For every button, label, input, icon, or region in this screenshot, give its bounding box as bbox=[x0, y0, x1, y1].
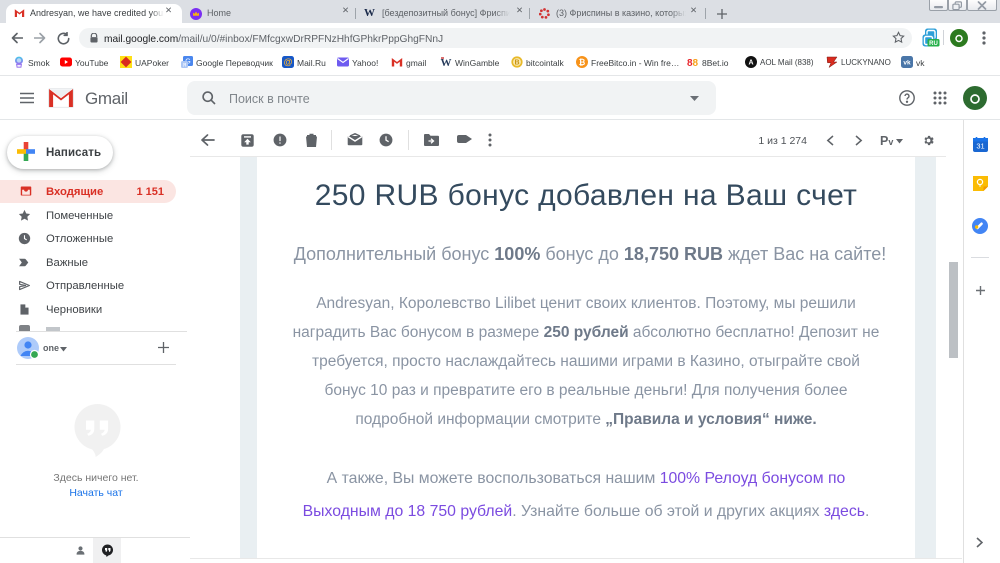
svg-text:₿: ₿ bbox=[579, 58, 586, 67]
svg-text:A: A bbox=[748, 60, 753, 67]
svg-text:vk: vk bbox=[903, 60, 911, 67]
svg-text:31: 31 bbox=[976, 142, 984, 151]
svg-text:@: @ bbox=[284, 57, 293, 67]
svg-text:я: я bbox=[183, 63, 186, 68]
svg-text:B: B bbox=[514, 60, 519, 67]
svg-text:8: 8 bbox=[693, 58, 699, 68]
svg-text:RU: RU bbox=[929, 41, 938, 47]
